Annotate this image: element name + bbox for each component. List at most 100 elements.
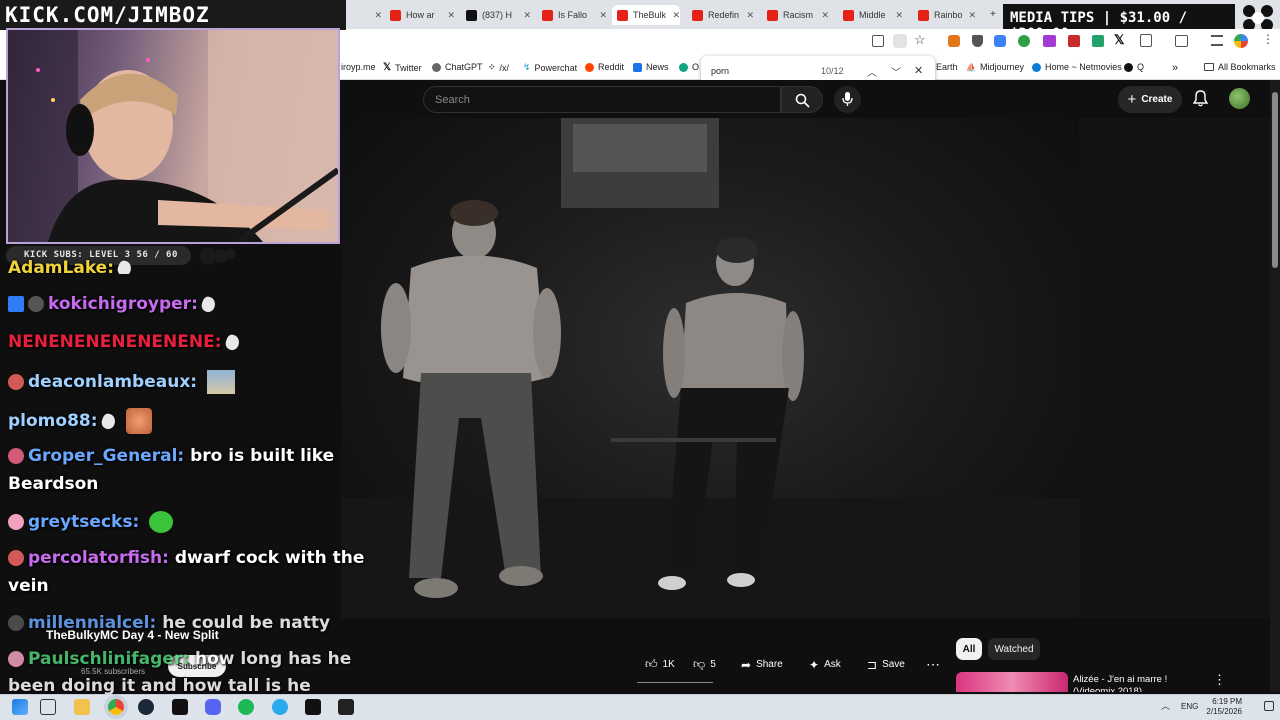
plus-icon: + xyxy=(1127,91,1137,108)
input-language[interactable]: ENG xyxy=(1181,702,1198,711)
install-app-icon[interactable] xyxy=(872,35,884,47)
reading-list-icon[interactable] xyxy=(1211,35,1223,46)
red-extension-icon[interactable] xyxy=(1068,35,1080,47)
tab-close-icon[interactable]: ✕ xyxy=(523,10,531,21)
share-button[interactable]: ➦ Share xyxy=(734,652,796,677)
find-previous-icon[interactable]: ︿ xyxy=(867,64,877,79)
bookmark-item[interactable]: ↯ Powerchat xyxy=(523,62,577,73)
all-bookmarks[interactable]: All Bookmarks xyxy=(1204,62,1276,72)
voice-search-button[interactable] xyxy=(834,86,861,113)
steam-icon[interactable] xyxy=(138,699,154,715)
notifications-icon[interactable] xyxy=(1264,701,1274,711)
youtube-icon xyxy=(617,9,628,21)
extensions-puzzle-icon[interactable] xyxy=(1140,34,1152,47)
spotify-icon[interactable] xyxy=(238,699,254,715)
notifications-bell-icon[interactable] xyxy=(1192,90,1209,112)
youtube-search-input[interactable]: Search xyxy=(423,86,781,113)
bookmarks-overflow-icon[interactable]: » xyxy=(1172,62,1178,74)
bookmark-item[interactable]: Q xyxy=(1124,62,1144,72)
find-next-icon[interactable]: ﹀ xyxy=(891,64,901,79)
create-button[interactable]: + Create xyxy=(1118,86,1182,113)
bookmark-label: Reddit xyxy=(598,62,625,72)
tab-1[interactable]: (837) H ✕ xyxy=(466,5,531,25)
bookmark-item[interactable]: ChatGPT xyxy=(432,62,483,72)
bookmark-item[interactable]: Reddit xyxy=(585,62,624,72)
tab-3-active[interactable]: TheBulk ✕ xyxy=(612,5,680,25)
green-extension-icon[interactable] xyxy=(1092,35,1104,47)
tab-close-icon[interactable]: ✕ xyxy=(599,10,607,21)
tab-6[interactable]: Middle ✕ xyxy=(843,5,903,25)
task-view-icon[interactable] xyxy=(40,699,56,715)
shield-extension-icon[interactable] xyxy=(972,35,983,47)
recommended-menu-icon[interactable]: ⋮ xyxy=(1213,672,1226,688)
find-close-icon[interactable]: ✕ xyxy=(914,64,923,77)
tab-0[interactable]: How ar ✕ xyxy=(390,5,455,25)
ask-button[interactable]: ✦ Ask xyxy=(801,652,856,677)
more-actions-icon[interactable]: ⋯ xyxy=(920,652,946,677)
tab-close-icon[interactable]: ✕ xyxy=(447,10,455,21)
new-tab-icon[interactable]: + xyxy=(990,9,996,20)
profile-avatar-icon[interactable] xyxy=(1234,34,1248,48)
news-icon xyxy=(633,62,642,72)
clock-date[interactable]: 2/15/2026 xyxy=(1200,707,1242,716)
capcut-icon[interactable] xyxy=(305,699,321,715)
dislike-button[interactable]: 👎︎ 5 xyxy=(689,652,723,677)
grid-icon: ⁘ xyxy=(488,62,496,72)
start-windows-icon[interactable] xyxy=(12,699,28,715)
tab-7[interactable]: Rainbo ✕ xyxy=(918,5,976,25)
metamask-extension-icon[interactable] xyxy=(948,35,960,47)
tab-close-icon[interactable]: ✕ xyxy=(968,10,976,21)
tab-label: (837) H xyxy=(482,10,513,20)
video-player[interactable] xyxy=(341,118,1079,618)
bookmark-item[interactable]: O xyxy=(679,62,699,72)
clock-time[interactable]: 6:19 PM xyxy=(1206,697,1242,706)
bookmark-item[interactable]: ⛵ Midjourney xyxy=(966,62,1024,72)
chrome-icon[interactable] xyxy=(108,699,124,715)
taskbar-overflow-icon[interactable]: ︿ xyxy=(1161,699,1170,712)
terminal-icon[interactable] xyxy=(172,699,188,715)
tab-close-icon[interactable]: ✕ xyxy=(895,10,903,21)
discord-icon[interactable] xyxy=(205,699,221,715)
recommended-thumbnail[interactable] xyxy=(956,672,1068,692)
x-extension-icon[interactable]: 𝕏 xyxy=(1114,32,1124,48)
browser-menu-icon[interactable]: ⋮ xyxy=(1262,32,1274,46)
tab-close-icon[interactable]: ✕ xyxy=(672,10,680,21)
translate-extension-icon[interactable] xyxy=(994,35,1006,47)
scrollbar-thumb[interactable] xyxy=(1272,92,1278,268)
filter-chip-all[interactable]: All xyxy=(956,638,982,660)
bookmark-label: Powerchat xyxy=(534,62,578,73)
find-input[interactable]: porn xyxy=(711,66,729,76)
tab-close-icon[interactable]: ✕ xyxy=(746,10,754,21)
media-controls-icon[interactable] xyxy=(1175,35,1188,47)
like-button[interactable]: 👍︎ 1K xyxy=(637,652,687,677)
bookmark-item[interactable]: News xyxy=(633,62,669,72)
tab-5[interactable]: Racism ✕ xyxy=(767,5,829,25)
bookmark-item[interactable]: Earth xyxy=(936,62,958,72)
obs-icon[interactable] xyxy=(338,699,354,715)
twitch-extension-icon[interactable] xyxy=(1043,35,1056,47)
telegram-icon[interactable] xyxy=(272,699,288,715)
signal-extension-icon[interactable] xyxy=(1018,35,1030,47)
like-count: 1K xyxy=(662,659,675,670)
tab-close-icon[interactable]: ✕ xyxy=(374,10,382,21)
filter-chip-watched[interactable]: Watched xyxy=(988,638,1040,660)
recommended-title-line1[interactable]: Alizée - J'en ai marre ! xyxy=(1073,674,1167,685)
account-avatar[interactable] xyxy=(1229,88,1250,109)
bookmark-item[interactable]: ⁘/x/ xyxy=(488,62,509,73)
tab-4[interactable]: Redefin ✕ xyxy=(692,5,754,25)
tab-close-icon[interactable]: ✕ xyxy=(821,10,829,21)
x-logo-icon: 𝕏 xyxy=(383,62,392,73)
tab-partial[interactable]: ✕ xyxy=(352,5,382,25)
reader-icon[interactable] xyxy=(893,34,907,48)
bookmark-star-icon[interactable]: ☆ xyxy=(914,32,926,48)
sparkle-icon: ✦ xyxy=(809,657,820,672)
file-explorer-icon[interactable] xyxy=(74,699,90,715)
bookmark-item[interactable]: 𝕏 Twitter xyxy=(383,62,422,73)
search-button[interactable] xyxy=(781,86,823,113)
bookmark-item[interactable]: Home ~ Netmovies xyxy=(1032,62,1122,72)
webcam-feed xyxy=(6,28,340,244)
recommended-title-line2[interactable]: (Videomix 2018) xyxy=(1073,686,1142,692)
save-button[interactable]: ⊐ Save xyxy=(860,652,915,677)
tab-2[interactable]: Is Fallo ✕ xyxy=(542,5,607,25)
bookmark-item[interactable]: iroyp.me xyxy=(341,62,376,72)
